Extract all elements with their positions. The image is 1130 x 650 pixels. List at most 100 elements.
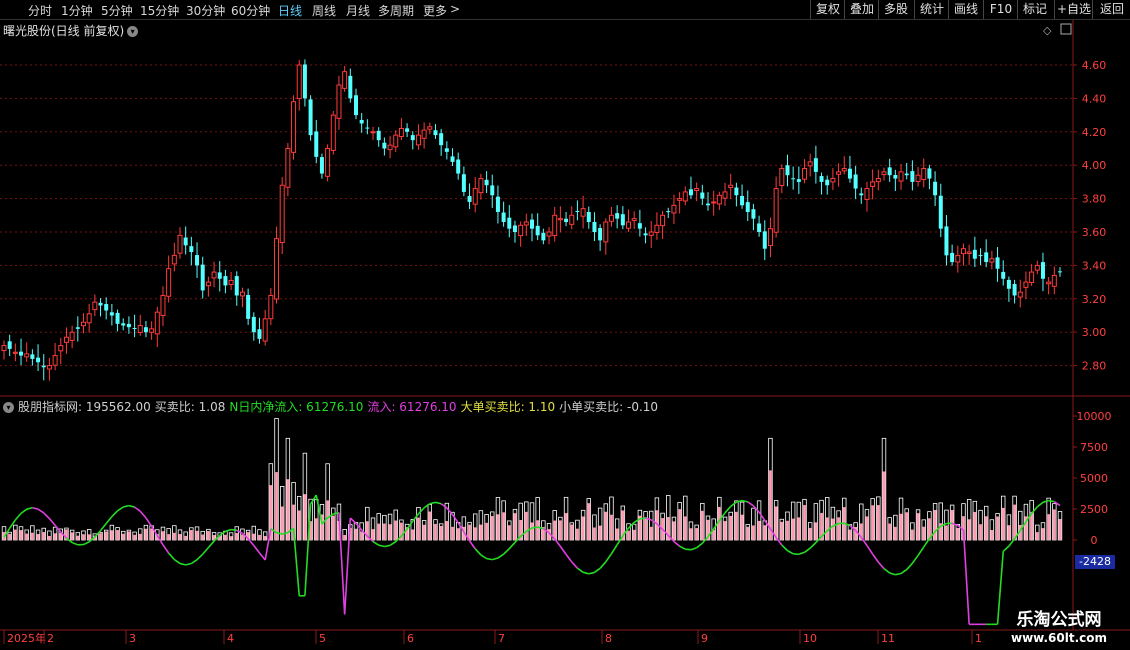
- candle-body-down: [796, 179, 801, 182]
- indicator-bar-fill: [632, 529, 636, 540]
- candle-body-down: [535, 225, 540, 236]
- candle-body-down: [439, 133, 444, 146]
- candle-body-up: [557, 218, 563, 221]
- indicator-bar-fill: [144, 528, 148, 540]
- indicator-bar-fill: [763, 525, 767, 540]
- candle-body-down: [688, 189, 693, 196]
- indicator-bar-fill: [990, 530, 994, 540]
- candle-body-down: [7, 341, 12, 349]
- indicator-bar-fill: [25, 533, 29, 540]
- candle-body-up: [841, 168, 847, 172]
- flow-line-segment: [758, 511, 766, 521]
- indicator-legend: ▾ 股朋指标网: 195562.00 买卖比: 1.08 N日内净流入: 61276.…: [3, 398, 666, 415]
- flow-line-segment: [730, 501, 737, 508]
- candle-body-down: [995, 257, 1000, 269]
- candle-body-up: [830, 178, 836, 183]
- flow-line-segment: [474, 548, 482, 556]
- indicator-bar-fill: [485, 522, 488, 540]
- flow-line-segment: [48, 518, 56, 526]
- candle-body-up: [898, 171, 904, 182]
- candle-body-up: [211, 271, 217, 279]
- kline-chart[interactable]: 4.60 4.40 4.20 4.00 3.80 3.60 3.40 3.20 3.00 2.80…: [0, 0, 1130, 650]
- indicator-bar-fill: [473, 527, 477, 540]
- candle-body-down: [126, 323, 131, 328]
- candle-body-down: [444, 148, 449, 152]
- flow-line-segment: [679, 545, 686, 550]
- indicator-bar-fill: [360, 531, 364, 540]
- candle-body-down: [819, 176, 824, 182]
- indicator-bar-fill: [127, 531, 131, 540]
- date-label: 11: [881, 632, 895, 645]
- candle-body-up: [807, 161, 813, 167]
- indicator-bar-fill: [224, 534, 227, 540]
- indicator-bar-fill: [439, 525, 443, 540]
- flow-line-segment: [588, 571, 595, 575]
- indicator-bar-fill: [780, 521, 784, 540]
- flow-line-segment: [417, 507, 425, 515]
- indicator-bar-fill: [905, 512, 909, 540]
- date-label: 4: [227, 632, 234, 645]
- candle-body-down: [620, 214, 625, 226]
- candle-body-up: [160, 294, 166, 317]
- flow-line-segment: [508, 541, 516, 550]
- indicator-item-1: N日内净流入: 61276.10: [229, 400, 364, 414]
- indicator-bar-fill: [167, 534, 171, 540]
- flow-line-segment: [173, 558, 181, 565]
- candle-body-up: [1017, 291, 1023, 298]
- flow-line-segment: [117, 506, 124, 512]
- candle-body-up: [336, 84, 342, 119]
- indicator-bar-fill: [201, 534, 205, 540]
- candle-body-down: [143, 327, 148, 333]
- candle-body-down: [893, 174, 898, 179]
- indicator-bar-fill: [456, 528, 460, 540]
- candle-body-up: [92, 301, 98, 311]
- indicator-bar-fill: [161, 531, 165, 540]
- indicator-bar-fill: [672, 521, 676, 540]
- flow-line-segment: [185, 562, 192, 566]
- candle-body-down: [36, 357, 41, 363]
- indicator-menu-icon[interactable]: ▾: [3, 402, 14, 413]
- candle-body-up: [682, 191, 688, 202]
- candle-body-down: [495, 196, 500, 212]
- indicator-bar-fill: [434, 523, 437, 540]
- candle-body-down: [984, 252, 989, 263]
- candle-body-up: [1046, 281, 1052, 285]
- candle-body-down: [109, 312, 114, 316]
- indicator-bar-fill: [808, 527, 812, 540]
- indicator-bar-fill: [740, 514, 744, 540]
- watermark-line2: www.60lt.com: [1010, 631, 1108, 645]
- date-label: 2025年: [7, 631, 46, 645]
- indicator-bar-fill: [13, 529, 17, 540]
- indicator-bar-fill: [871, 505, 875, 540]
- candle-body-up: [239, 291, 245, 297]
- indicator-bar-fill: [1001, 507, 1005, 540]
- candle-body-up: [966, 251, 972, 254]
- candle-body-up: [1023, 281, 1029, 288]
- candle-body-up: [915, 174, 921, 182]
- candle-body-up: [864, 188, 870, 200]
- indicator-bar-fill: [837, 517, 840, 540]
- candle-body-down: [1058, 271, 1062, 273]
- indicator-bar-fill: [604, 511, 608, 540]
- candle-body-up: [921, 168, 927, 180]
- candle-body-down: [365, 127, 370, 129]
- candle-body-up: [69, 331, 75, 341]
- flow-line-segment: [889, 572, 896, 576]
- indicator-bar-fill: [576, 528, 579, 540]
- indicator-bar-fill: [428, 511, 432, 540]
- flow-line-segment: [917, 546, 925, 556]
- indicator-bar-fill: [502, 512, 506, 540]
- indicator-item-3: 大单买卖比: 1.10: [460, 400, 556, 414]
- candle-body-up: [421, 129, 427, 139]
- candle-body-down: [41, 365, 46, 368]
- flow-line-segment: [225, 528, 232, 533]
- candle-body-down: [757, 223, 762, 232]
- flow-line-segment: [451, 514, 459, 524]
- indicator-bar-fill: [258, 534, 261, 540]
- indicator-bar-fill: [252, 533, 256, 540]
- flow-line-segment: [236, 529, 243, 535]
- indicator-tick-label: 0: [1091, 534, 1098, 547]
- indicator-bar-fill: [786, 520, 789, 540]
- flow-line-segment: [230, 528, 237, 532]
- candle-body-down: [467, 196, 472, 202]
